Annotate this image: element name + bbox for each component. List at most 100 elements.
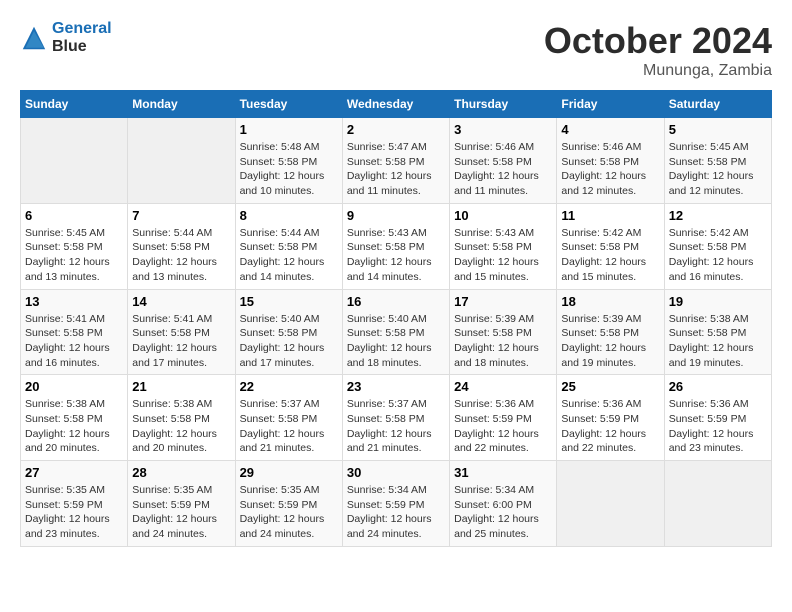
day-info: Sunrise: 5:44 AMSunset: 5:58 PMDaylight:… — [240, 226, 338, 285]
calendar-cell: 2 Sunrise: 5:47 AMSunset: 5:58 PMDaylight… — [342, 118, 449, 204]
day-number: 22 — [240, 379, 338, 394]
day-number: 15 — [240, 294, 338, 309]
calendar-cell: 3 Sunrise: 5:46 AMSunset: 5:58 PMDaylight… — [450, 118, 557, 204]
day-number: 16 — [347, 294, 445, 309]
day-number: 25 — [561, 379, 659, 394]
day-number: 24 — [454, 379, 552, 394]
day-number: 19 — [669, 294, 767, 309]
day-info: Sunrise: 5:34 AMSunset: 5:59 PMDaylight:… — [347, 483, 445, 542]
calendar-cell — [21, 118, 128, 204]
calendar-cell — [557, 461, 664, 547]
day-info: Sunrise: 5:38 AMSunset: 5:58 PMDaylight:… — [669, 312, 767, 371]
calendar-cell: 29Sunrise: 5:35 AMSunset: 5:59 PMDayligh… — [235, 461, 342, 547]
day-info: Sunrise: 5:41 AMSunset: 5:58 PMDaylight:… — [132, 312, 230, 371]
day-info: Sunrise: 5:43 AMSunset: 5:58 PMDaylight:… — [454, 226, 552, 285]
calendar-cell: 6 Sunrise: 5:45 AMSunset: 5:58 PMDaylight… — [21, 203, 128, 289]
day-info: Sunrise: 5:45 AMSunset: 5:58 PMDaylight:… — [25, 226, 123, 285]
calendar-week-row: 1 Sunrise: 5:48 AMSunset: 5:58 PMDaylight… — [21, 118, 772, 204]
day-info: Sunrise: 5:35 AMSunset: 5:59 PMDaylight:… — [132, 483, 230, 542]
calendar-cell: 16 Sunrise: 5:40 AMSunset: 5:58 PMDayligh… — [342, 289, 449, 375]
calendar-cell: 7Sunrise: 5:44 AMSunset: 5:58 PMDaylight… — [128, 203, 235, 289]
calendar-week-row: 13 Sunrise: 5:41 AMSunset: 5:58 PMDayligh… — [21, 289, 772, 375]
day-info: Sunrise: 5:42 AMSunset: 5:58 PMDaylight:… — [669, 226, 767, 285]
calendar-cell: 30Sunrise: 5:34 AMSunset: 5:59 PMDayligh… — [342, 461, 449, 547]
weekday-header: Tuesday — [235, 91, 342, 118]
calendar-cell: 24 Sunrise: 5:36 AMSunset: 5:59 PMDayligh… — [450, 375, 557, 461]
day-info: Sunrise: 5:42 AMSunset: 5:58 PMDaylight:… — [561, 226, 659, 285]
day-info: Sunrise: 5:40 AMSunset: 5:58 PMDaylight:… — [347, 312, 445, 371]
calendar-cell: 8 Sunrise: 5:44 AMSunset: 5:58 PMDaylight… — [235, 203, 342, 289]
weekday-header: Saturday — [664, 91, 771, 118]
logo: General Blue — [20, 20, 112, 56]
day-number: 8 — [240, 208, 338, 223]
day-info: Sunrise: 5:39 AMSunset: 5:58 PMDaylight:… — [561, 312, 659, 371]
weekday-header: Thursday — [450, 91, 557, 118]
calendar-week-row: 27 Sunrise: 5:35 AMSunset: 5:59 PMDayligh… — [21, 461, 772, 547]
day-number: 4 — [561, 122, 659, 137]
day-number: 9 — [347, 208, 445, 223]
day-number: 31 — [454, 465, 552, 480]
day-number: 6 — [25, 208, 123, 223]
day-info: Sunrise: 5:46 AMSunset: 5:58 PMDaylight:… — [561, 140, 659, 199]
day-info: Sunrise: 5:48 AMSunset: 5:58 PMDaylight:… — [240, 140, 338, 199]
day-number: 18 — [561, 294, 659, 309]
calendar-cell — [128, 118, 235, 204]
weekday-header: Sunday — [21, 91, 128, 118]
calendar-cell: 21Sunrise: 5:38 AMSunset: 5:58 PMDayligh… — [128, 375, 235, 461]
day-info: Sunrise: 5:34 AMSunset: 6:00 PMDaylight:… — [454, 483, 552, 542]
day-info: Sunrise: 5:41 AMSunset: 5:58 PMDaylight:… — [25, 312, 123, 371]
day-info: Sunrise: 5:37 AMSunset: 5:58 PMDaylight:… — [347, 397, 445, 456]
calendar-cell: 13 Sunrise: 5:41 AMSunset: 5:58 PMDayligh… — [21, 289, 128, 375]
weekday-header: Monday — [128, 91, 235, 118]
day-info: Sunrise: 5:36 AMSunset: 5:59 PMDaylight:… — [454, 397, 552, 456]
day-number: 20 — [25, 379, 123, 394]
day-info: Sunrise: 5:38 AMSunset: 5:58 PMDaylight:… — [132, 397, 230, 456]
calendar-cell: 22 Sunrise: 5:37 AMSunset: 5:58 PMDayligh… — [235, 375, 342, 461]
weekday-header: Wednesday — [342, 91, 449, 118]
day-number: 28 — [132, 465, 230, 480]
calendar-cell: 4 Sunrise: 5:46 AMSunset: 5:58 PMDaylight… — [557, 118, 664, 204]
day-info: Sunrise: 5:40 AMSunset: 5:58 PMDaylight:… — [240, 312, 338, 371]
month-title: October 2024 — [544, 20, 772, 62]
day-number: 5 — [669, 122, 767, 137]
day-number: 10 — [454, 208, 552, 223]
day-info: Sunrise: 5:45 AMSunset: 5:58 PMDaylight:… — [669, 140, 767, 199]
calendar-cell: 27 Sunrise: 5:35 AMSunset: 5:59 PMDayligh… — [21, 461, 128, 547]
day-number: 2 — [347, 122, 445, 137]
page-header: General Blue October 2024 Mununga, Zambi… — [20, 20, 772, 80]
day-number: 13 — [25, 294, 123, 309]
day-number: 14 — [132, 294, 230, 309]
calendar-table: SundayMondayTuesdayWednesdayThursdayFrid… — [20, 90, 772, 547]
calendar-cell: 9 Sunrise: 5:43 AMSunset: 5:58 PMDaylight… — [342, 203, 449, 289]
day-number: 1 — [240, 122, 338, 137]
day-info: Sunrise: 5:39 AMSunset: 5:58 PMDaylight:… — [454, 312, 552, 371]
day-number: 27 — [25, 465, 123, 480]
calendar-cell: 11 Sunrise: 5:42 AMSunset: 5:58 PMDayligh… — [557, 203, 664, 289]
day-info: Sunrise: 5:46 AMSunset: 5:58 PMDaylight:… — [454, 140, 552, 199]
calendar-cell: 10 Sunrise: 5:43 AMSunset: 5:58 PMDayligh… — [450, 203, 557, 289]
day-info: Sunrise: 5:35 AMSunset: 5:59 PMDaylight:… — [25, 483, 123, 542]
calendar-cell: 17Sunrise: 5:39 AMSunset: 5:58 PMDayligh… — [450, 289, 557, 375]
weekday-header-row: SundayMondayTuesdayWednesdayThursdayFrid… — [21, 91, 772, 118]
day-info: Sunrise: 5:47 AMSunset: 5:58 PMDaylight:… — [347, 140, 445, 199]
day-info: Sunrise: 5:38 AMSunset: 5:58 PMDaylight:… — [25, 397, 123, 456]
day-info: Sunrise: 5:36 AMSunset: 5:59 PMDaylight:… — [561, 397, 659, 456]
calendar-cell: 14 Sunrise: 5:41 AMSunset: 5:58 PMDayligh… — [128, 289, 235, 375]
day-number: 7 — [132, 208, 230, 223]
calendar-cell: 25 Sunrise: 5:36 AMSunset: 5:59 PMDayligh… — [557, 375, 664, 461]
logo-icon — [20, 24, 48, 52]
calendar-cell: 20 Sunrise: 5:38 AMSunset: 5:58 PMDayligh… — [21, 375, 128, 461]
day-info: Sunrise: 5:35 AMSunset: 5:59 PMDaylight:… — [240, 483, 338, 542]
calendar-week-row: 20 Sunrise: 5:38 AMSunset: 5:58 PMDayligh… — [21, 375, 772, 461]
calendar-cell: 23Sunrise: 5:37 AMSunset: 5:58 PMDayligh… — [342, 375, 449, 461]
day-info: Sunrise: 5:43 AMSunset: 5:58 PMDaylight:… — [347, 226, 445, 285]
calendar-cell: 5 Sunrise: 5:45 AMSunset: 5:58 PMDaylight… — [664, 118, 771, 204]
weekday-header: Friday — [557, 91, 664, 118]
calendar-cell: 28 Sunrise: 5:35 AMSunset: 5:59 PMDayligh… — [128, 461, 235, 547]
day-info: Sunrise: 5:37 AMSunset: 5:58 PMDaylight:… — [240, 397, 338, 456]
location: Mununga, Zambia — [544, 62, 772, 80]
day-number: 3 — [454, 122, 552, 137]
calendar-cell: 12Sunrise: 5:42 AMSunset: 5:58 PMDayligh… — [664, 203, 771, 289]
day-number: 11 — [561, 208, 659, 223]
calendar-cell — [664, 461, 771, 547]
